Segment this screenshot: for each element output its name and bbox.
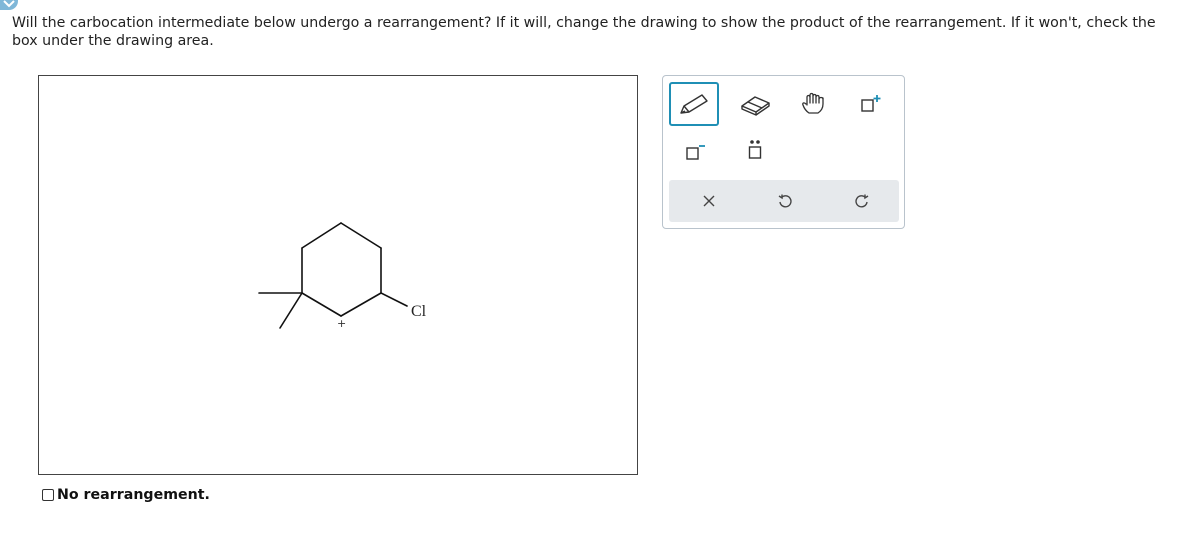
no-rearrangement-label[interactable]: No rearrangement. xyxy=(57,487,210,503)
clear-button[interactable] xyxy=(681,180,737,222)
undo-icon xyxy=(778,194,792,208)
question-prompt: Will the carbocation intermediate below … xyxy=(12,15,1156,49)
molecule-drawing[interactable] xyxy=(39,76,637,474)
ring-bond xyxy=(340,222,382,249)
chloro-bond xyxy=(380,292,408,307)
positive-charge-icon xyxy=(861,95,881,112)
eraser-tool[interactable] xyxy=(730,82,780,126)
redo-icon xyxy=(855,194,869,208)
hand-icon xyxy=(802,92,824,114)
no-rearrangement-checkbox[interactable] xyxy=(42,489,54,501)
chlorine-atom-label: Cl xyxy=(411,303,427,320)
hand-tool[interactable] xyxy=(788,82,838,126)
drawing-toolbar xyxy=(662,75,905,229)
pencil-tool[interactable] xyxy=(669,82,719,126)
pencil-icon xyxy=(680,94,708,114)
corner-indicator xyxy=(0,0,18,10)
ring-bond xyxy=(301,222,342,249)
redo-button[interactable] xyxy=(834,180,890,222)
ring-bond xyxy=(340,292,382,317)
negative-charge-icon xyxy=(686,145,705,160)
add-lone-pair-tool[interactable] xyxy=(730,128,780,172)
undo-button[interactable] xyxy=(757,180,813,222)
lone-pair-icon xyxy=(748,140,762,159)
no-rearrangement-option[interactable]: No rearrangement. xyxy=(42,487,210,503)
carbocation-charge: + xyxy=(337,317,347,330)
close-icon xyxy=(703,195,715,207)
action-bar xyxy=(669,180,899,222)
add-negative-charge-tool[interactable] xyxy=(669,128,719,172)
ring-bond xyxy=(301,292,342,317)
drawing-area[interactable]: + Cl xyxy=(38,75,638,475)
chevron-down-icon xyxy=(3,0,15,8)
eraser-icon xyxy=(741,96,770,116)
methyl-bond xyxy=(279,292,303,329)
add-positive-charge-tool[interactable] xyxy=(846,82,896,126)
